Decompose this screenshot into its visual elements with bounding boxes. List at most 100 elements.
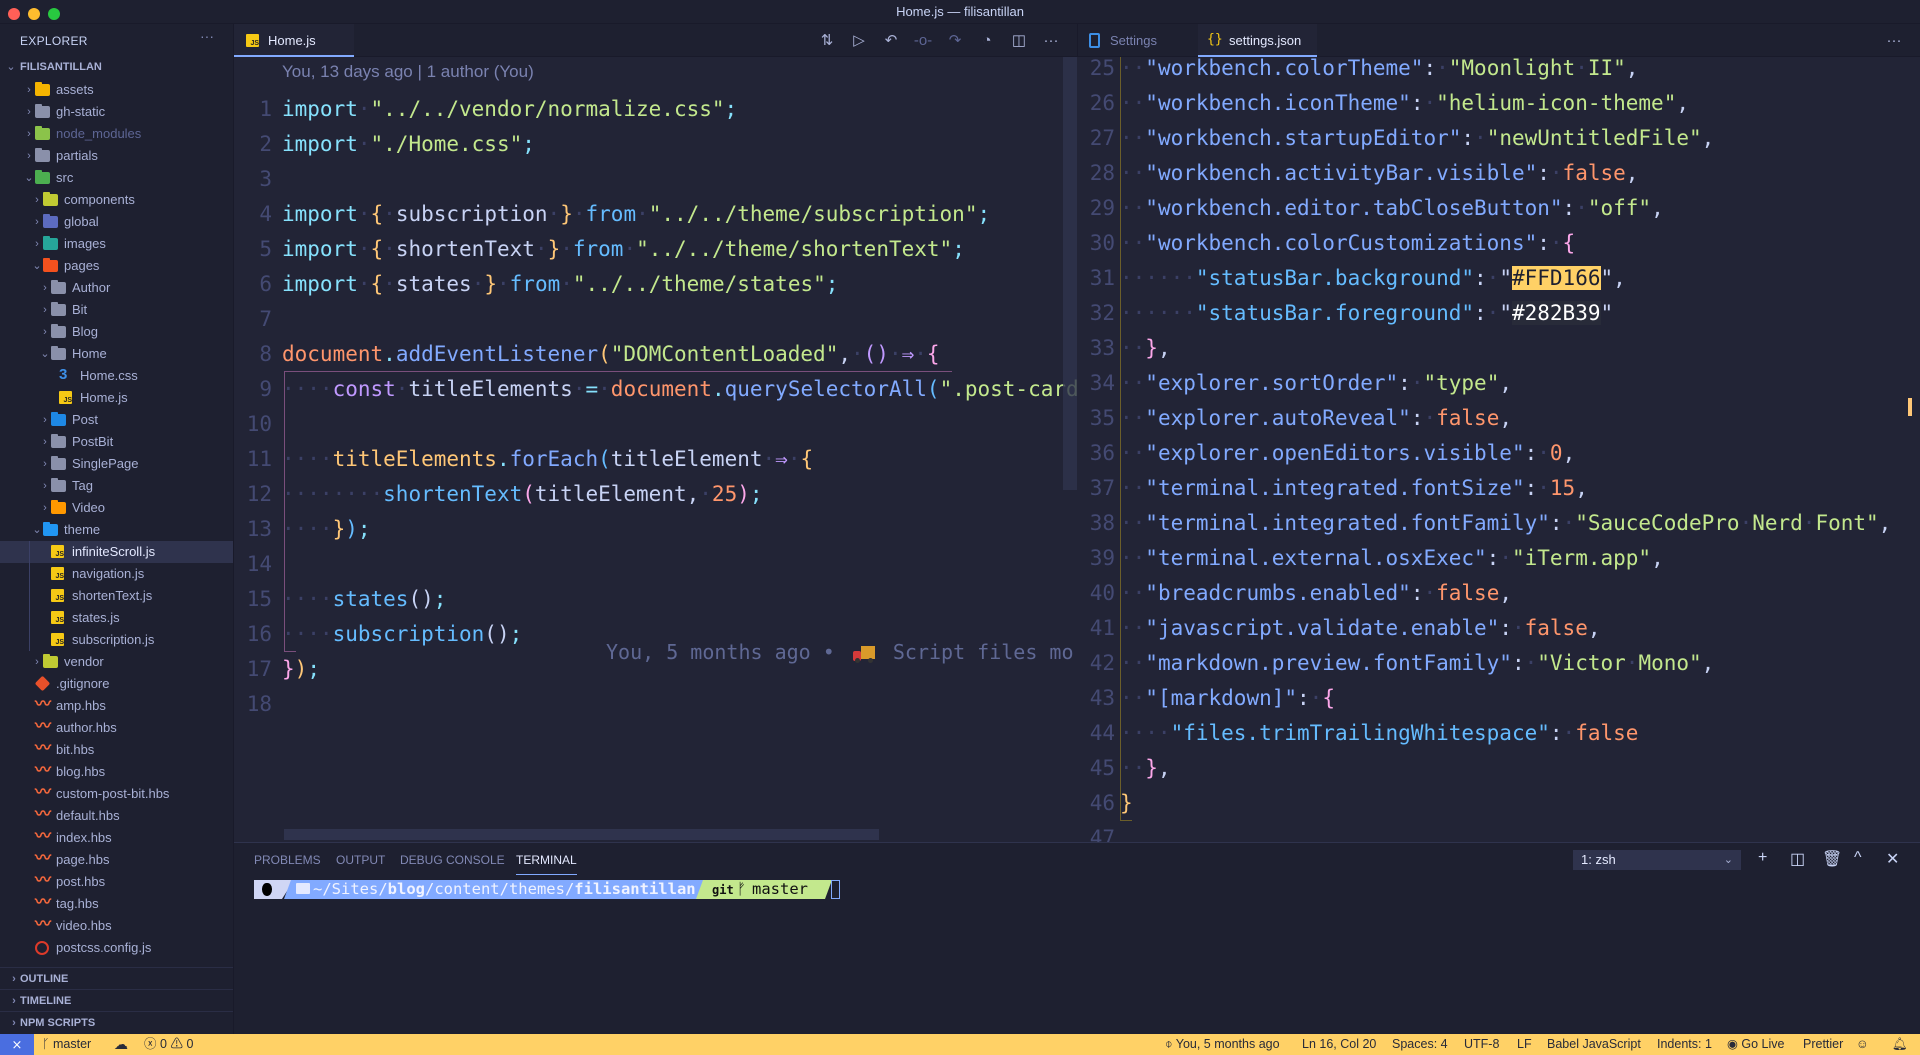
vertical-scrollbar[interactable] bbox=[1063, 57, 1077, 490]
tab-debug-console[interactable]: DEBUG CONSOLE bbox=[400, 853, 505, 875]
previous-change-icon[interactable]: ↶ bbox=[881, 31, 901, 51]
tree-item-subscription-js[interactable]: subscription.js bbox=[0, 629, 233, 651]
git-lens-icon[interactable]: ◔ bbox=[977, 31, 997, 51]
close-panel-icon[interactable]: ✕ bbox=[1886, 849, 1899, 869]
section-outline[interactable]: › OUTLINE bbox=[0, 967, 233, 989]
code-line: ··"workbench.editor.tabCloseButton":·"of… bbox=[1120, 191, 1664, 226]
code-token: :· bbox=[1410, 581, 1437, 605]
tree-item-states-js[interactable]: states.js bbox=[0, 607, 233, 629]
line-endings[interactable]: LF bbox=[1517, 1034, 1532, 1055]
split-terminal-icon[interactable]: ◫ bbox=[1790, 849, 1805, 869]
tab-terminal[interactable]: TERMINAL bbox=[516, 853, 577, 875]
tree-item-singlepage[interactable]: › SinglePage bbox=[0, 453, 233, 475]
tree-item-custom-post-bit-hbs[interactable]: custom-post-bit.hbs bbox=[0, 783, 233, 805]
remote-button[interactable]: ⨯ bbox=[0, 1034, 34, 1055]
code-token: from· bbox=[572, 237, 637, 261]
tree-item-video-hbs[interactable]: video.hbs bbox=[0, 915, 233, 937]
tree-item-home[interactable]: ⌄ Home bbox=[0, 343, 233, 365]
tree-item-video[interactable]: › Video bbox=[0, 497, 233, 519]
tree-item-tag[interactable]: › Tag bbox=[0, 475, 233, 497]
tree-item-author[interactable]: › Author bbox=[0, 277, 233, 299]
tab-settings-json[interactable]: {} settings.json bbox=[1198, 24, 1317, 57]
tab-home-js[interactable]: Home.js bbox=[234, 24, 354, 57]
code-token: "SauceCodePro·Nerd·Font" bbox=[1575, 511, 1879, 535]
indentation-spaces[interactable]: Spaces: 4 bbox=[1392, 1034, 1448, 1055]
tree-item-author-hbs[interactable]: author.hbs bbox=[0, 717, 233, 739]
go-live-button[interactable]: ◉ Go Live bbox=[1727, 1034, 1785, 1055]
tree-item-node-modules[interactable]: › node_modules bbox=[0, 123, 233, 145]
tree-item-global[interactable]: › global bbox=[0, 211, 233, 233]
tab-problems[interactable]: PROBLEMS bbox=[254, 853, 321, 875]
tree-item-postcss-config-js[interactable]: postcss.config.js bbox=[0, 937, 233, 959]
tree-item-label: pages bbox=[64, 258, 100, 273]
tree-item-tag-hbs[interactable]: tag.hbs bbox=[0, 893, 233, 915]
kill-terminal-icon[interactable]: 🗑︎ bbox=[1822, 849, 1842, 869]
editor-settings-json[interactable]: 25 ··"workbench.colorTheme":·"Moonlight·I… bbox=[1078, 57, 1920, 842]
tree-item-postbit[interactable]: › PostBit bbox=[0, 431, 233, 453]
run-icon[interactable]: ▷ bbox=[849, 31, 869, 51]
folder-open-icon bbox=[43, 258, 58, 272]
tree-item-default-hbs[interactable]: default.hbs bbox=[0, 805, 233, 827]
tree-item--gitignore[interactable]: .gitignore bbox=[0, 673, 233, 695]
next-change-icon[interactable]: ↷ bbox=[945, 31, 965, 51]
code-token: , bbox=[1625, 161, 1639, 185]
sync-icon[interactable]: ☁ bbox=[114, 1034, 128, 1055]
line-number: 29 bbox=[1089, 196, 1115, 220]
branch-button[interactable]: ᚴ master bbox=[42, 1034, 91, 1055]
tree-item-infinitescroll-js[interactable]: infiniteScroll.js bbox=[0, 541, 233, 563]
tree-item-label: Tag bbox=[72, 478, 93, 493]
tree-item-vendor[interactable]: › vendor bbox=[0, 651, 233, 673]
tree-item-shortentext-js[interactable]: shortenText.js bbox=[0, 585, 233, 607]
split-editor-icon[interactable]: ◫ bbox=[1009, 31, 1029, 51]
section-timeline[interactable]: › TIMELINE bbox=[0, 989, 233, 1011]
tree-item-gh-static[interactable]: › gh-static bbox=[0, 101, 233, 123]
tree-item-index-hbs[interactable]: index.hbs bbox=[0, 827, 233, 849]
tree-item-label: infiniteScroll.js bbox=[72, 544, 156, 559]
tab-settings[interactable]: Settings bbox=[1078, 24, 1198, 57]
language-mode[interactable]: Babel JavaScript bbox=[1547, 1034, 1641, 1055]
problems-button[interactable]: ⓧ 0 ⚠ 0 bbox=[144, 1034, 193, 1055]
tree-item-home-js[interactable]: Home.js bbox=[0, 387, 233, 409]
tree-item-post-hbs[interactable]: post.hbs bbox=[0, 871, 233, 893]
tree-item-blog[interactable]: › Blog bbox=[0, 321, 233, 343]
tree-item-images[interactable]: › images bbox=[0, 233, 233, 255]
tab-label: settings.json bbox=[1229, 33, 1302, 48]
codelens-authors[interactable]: You, 13 days ago | 1 author (You) bbox=[282, 62, 534, 82]
editor-home-js[interactable]: You, 13 days ago | 1 author (You) 1 impor… bbox=[234, 57, 1077, 842]
more-actions-icon[interactable]: ··· bbox=[1041, 31, 1061, 51]
maximize-panel-icon[interactable]: ^ bbox=[1854, 849, 1862, 867]
horizontal-scrollbar[interactable] bbox=[284, 829, 879, 840]
code-token: subscription bbox=[332, 622, 485, 646]
tree-item-theme[interactable]: ⌄ theme bbox=[0, 519, 233, 541]
encoding[interactable]: UTF-8 bbox=[1464, 1034, 1499, 1055]
tab-output[interactable]: OUTPUT bbox=[336, 853, 385, 875]
terminal-select[interactable]: 1: zsh ⌄ bbox=[1573, 850, 1741, 870]
tree-item-home-css[interactable]: Home.css bbox=[0, 365, 233, 387]
prettier-status[interactable]: Prettier bbox=[1803, 1034, 1843, 1055]
blame-status[interactable]: ⌽ You, 5 months ago bbox=[1165, 1034, 1280, 1055]
git-commit-icon[interactable]: -o- bbox=[913, 31, 933, 51]
tree-item-bit-hbs[interactable]: bit.hbs bbox=[0, 739, 233, 761]
tree-item-bit[interactable]: › Bit bbox=[0, 299, 233, 321]
tree-item-components[interactable]: › components bbox=[0, 189, 233, 211]
tree-item-assets[interactable]: › assets bbox=[0, 79, 233, 101]
notifications-bell-icon[interactable]: 🔔︎ bbox=[1892, 1034, 1908, 1055]
tree-item-blog-hbs[interactable]: blog.hbs bbox=[0, 761, 233, 783]
section-npm-scripts[interactable]: › NPM SCRIPTS bbox=[0, 1011, 233, 1033]
cursor-position[interactable]: Ln 16, Col 20 bbox=[1302, 1034, 1376, 1055]
line-number: 17 bbox=[246, 657, 272, 681]
new-terminal-icon[interactable]: + bbox=[1758, 849, 1767, 867]
tree-item-src[interactable]: ⌄ src bbox=[0, 167, 233, 189]
more-actions-icon[interactable]: ··· bbox=[1884, 31, 1904, 51]
tree-item-navigation-js[interactable]: navigation.js bbox=[0, 563, 233, 585]
indents-count[interactable]: Indents: 1 bbox=[1657, 1034, 1712, 1055]
tree-item-pages[interactable]: ⌄ pages bbox=[0, 255, 233, 277]
code-token: querySelectorAll bbox=[724, 377, 927, 401]
compare-changes-icon[interactable]: ⇅ bbox=[817, 31, 837, 51]
tree-item-page-hbs[interactable]: page.hbs bbox=[0, 849, 233, 871]
tree-item-partials[interactable]: › partials bbox=[0, 145, 233, 167]
feedback-icon[interactable]: ☺ bbox=[1856, 1034, 1869, 1055]
tree-item-post[interactable]: › Post bbox=[0, 409, 233, 431]
code-token: "../../theme/states" bbox=[572, 272, 826, 296]
tree-item-amp-hbs[interactable]: amp.hbs bbox=[0, 695, 233, 717]
